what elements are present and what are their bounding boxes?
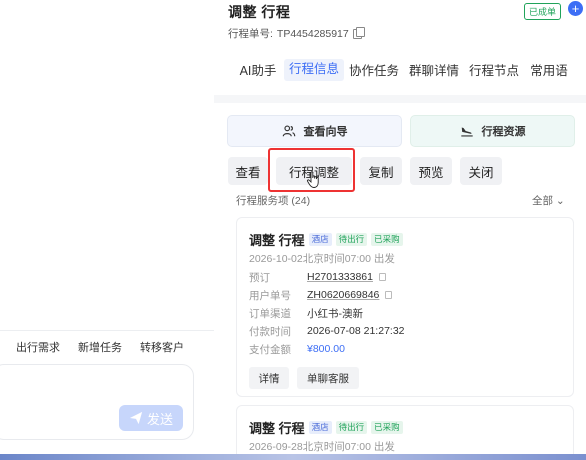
service-card: 调整 行程 酒店 待出行 已采购 2026-09-28北京时间07:00 出发	[236, 405, 574, 460]
card-departure-date: 2026-09-28北京时间07:00 出发	[249, 441, 395, 453]
chat-panel: 出行需求 新增任务 转移客户 发送	[0, 0, 214, 460]
guide-resource-buttons: 查看向导 行程资源	[227, 115, 575, 147]
booking-number: H2701333861	[307, 271, 373, 283]
quick-action-transfer-customer[interactable]: 转移客户	[140, 339, 184, 355]
hand-cursor-icon	[306, 171, 319, 188]
order-number-label: 行程单号:	[228, 28, 273, 40]
view-button[interactable]: 查看	[228, 157, 268, 185]
tab-itinerary-nodes[interactable]: 行程节点	[464, 60, 524, 80]
tab-bar: AI助手 行程信息 协作任务 群聊详情 行程节点 常用语	[232, 59, 574, 81]
tab-group-details[interactable]: 群聊详情	[404, 60, 464, 80]
divider	[214, 95, 586, 103]
detail-key: 付款时间	[249, 325, 291, 338]
copy-icon[interactable]	[352, 26, 365, 39]
tag-hotel: 酒店	[308, 233, 332, 246]
quick-action-new-task[interactable]: 新增任务	[78, 339, 122, 355]
chat-quick-actions: 出行需求 新增任务 转移客户	[0, 330, 214, 362]
card-title: 调整 行程 酒店 待出行 已采购	[249, 418, 403, 437]
detail-row-booking: 预订 H2701333861	[249, 268, 405, 286]
user-order-link[interactable]: ZH0620669846	[307, 289, 393, 301]
page-title: 调整 行程	[228, 4, 291, 20]
service-card: 调整 行程 酒店 待出行 已采购 2026-10-02北京时间07:00 出发 …	[236, 217, 574, 397]
details-button[interactable]: 详情	[249, 367, 289, 389]
close-button[interactable]: 关闭	[460, 157, 502, 185]
payment-amount: ¥800.00	[307, 343, 345, 355]
send-icon	[129, 411, 143, 425]
card-title: 调整 行程 酒店 待出行 已采购	[249, 230, 403, 249]
detail-row-user-order: 用户单号 ZH0620669846	[249, 286, 405, 304]
copy-button[interactable]: 复制	[360, 157, 402, 185]
tab-itinerary-info[interactable]: 行程信息	[284, 59, 344, 81]
tab-common-phrases[interactable]: 常用语	[524, 60, 574, 80]
detail-key: 支付金额	[249, 343, 291, 356]
tag-purchased: 已采购	[371, 233, 403, 246]
tag-pending-travel: 待出行	[335, 233, 368, 246]
users-icon	[282, 125, 295, 137]
taskbar-strip	[0, 454, 586, 460]
services-heading: 行程服务项 (24)	[236, 195, 311, 207]
tag-purchased: 已采购	[371, 421, 403, 434]
services-filter[interactable]: 全部 ⌄	[532, 193, 565, 208]
detail-key: 用户单号	[249, 289, 291, 302]
tag-pending-travel: 待出行	[335, 421, 368, 434]
view-guide-button[interactable]: 查看向导	[227, 115, 402, 147]
card-details: 预订 H2701333861 用户单号 ZH0620669846 订单渠道 小红…	[249, 268, 405, 358]
detail-row-amount: 支付金额 ¥800.00	[249, 340, 405, 358]
copy-icon[interactable]	[385, 291, 393, 299]
copy-icon[interactable]	[378, 273, 386, 281]
add-button[interactable]: +	[568, 1, 583, 16]
tag-hotel: 酒店	[308, 421, 332, 434]
card-departure-date: 2026-10-02北京时间07:00 出发	[249, 253, 395, 265]
send-label: 发送	[146, 411, 173, 427]
booking-number-link[interactable]: H2701333861	[307, 271, 386, 283]
card-title-text: 调整 行程	[249, 233, 305, 248]
status-badge: 已成单	[524, 3, 562, 20]
send-button[interactable]: 发送	[119, 405, 183, 431]
itinerary-header: 调整 行程 行程单号: TP4454285917	[228, 2, 365, 40]
card-buttons: 详情 单聊客服	[249, 367, 359, 389]
order-number: 行程单号: TP4454285917	[228, 26, 365, 41]
tab-collab-tasks[interactable]: 协作任务	[344, 60, 404, 80]
detail-key: 订单渠道	[249, 307, 291, 320]
view-guide-label: 查看向导	[303, 126, 348, 138]
itinerary-resource-label: 行程资源	[481, 126, 526, 138]
detail-key: 预订	[249, 271, 270, 284]
card-title-text: 调整 行程	[249, 421, 305, 436]
itinerary-panel: 调整 行程 行程单号: TP4454285917 已成单 + AI助手 行程信息…	[214, 0, 586, 460]
quick-action-travel-needs[interactable]: 出行需求	[16, 339, 60, 355]
payment-time: 2026-07-08 21:27:32	[307, 325, 405, 337]
user-order-number: ZH0620669846	[307, 289, 380, 301]
plane-landing-icon	[460, 127, 473, 137]
order-number-value: TP4454285917	[276, 27, 349, 40]
detail-row-channel: 订单渠道 小红书-澳新	[249, 304, 405, 322]
order-channel: 小红书-澳新	[307, 307, 363, 320]
detail-row-pay-time: 付款时间 2026-07-08 21:27:32	[249, 322, 405, 340]
preview-button[interactable]: 预览	[410, 157, 452, 185]
itinerary-resource-button[interactable]: 行程资源	[410, 115, 575, 147]
chat-service-button[interactable]: 单聊客服	[297, 367, 359, 389]
tab-ai-assistant[interactable]: AI助手	[232, 60, 284, 80]
